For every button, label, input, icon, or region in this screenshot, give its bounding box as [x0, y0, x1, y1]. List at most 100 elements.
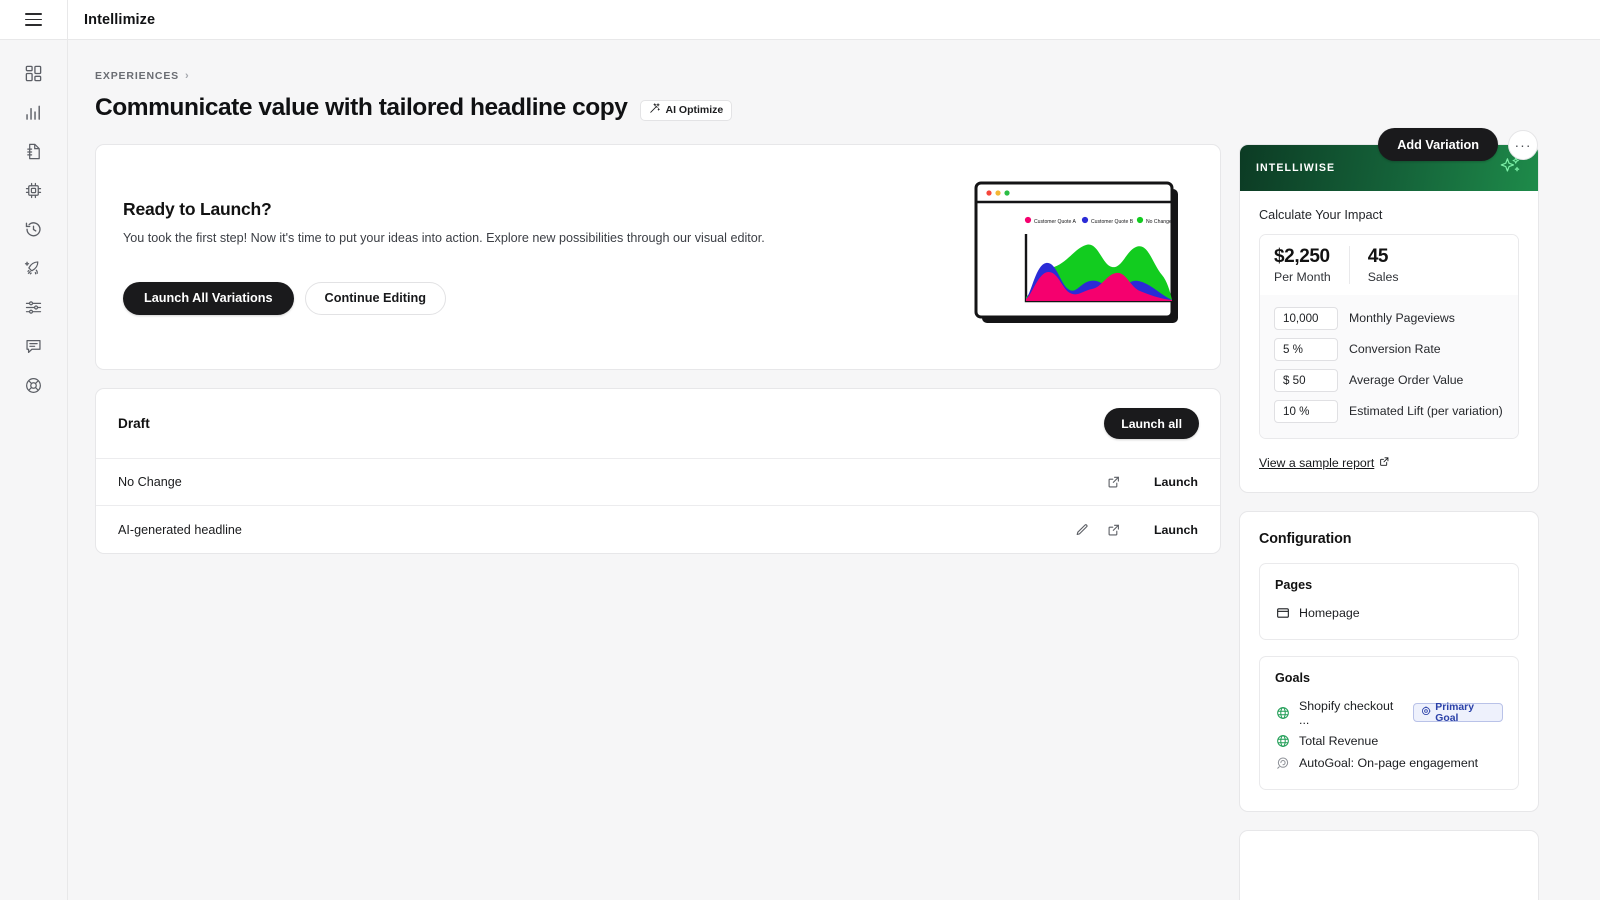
ai-optimize-badge[interactable]: AI Optimize	[640, 99, 733, 121]
launch-card-description: You took the first step! Now it's time t…	[123, 231, 765, 246]
external-link-icon[interactable]	[1106, 474, 1123, 491]
impact-metrics: $2,250 Per Month 45 Sales	[1260, 235, 1518, 295]
view-sample-report-link[interactable]: View a sample report	[1259, 456, 1390, 470]
draft-header: Draft Launch all	[96, 389, 1220, 459]
metric-value: $2,250	[1274, 246, 1330, 267]
target-icon	[1421, 706, 1432, 719]
window-icon	[1275, 606, 1290, 621]
sidebar-item-experiences[interactable]	[14, 257, 54, 279]
configuration-title: Configuration	[1259, 531, 1352, 547]
sidebar-item-dashboard[interactable]	[14, 62, 54, 84]
globe-icon	[1275, 734, 1290, 749]
row-actions: Launch	[1074, 521, 1198, 538]
chip-icon	[24, 181, 43, 200]
metric-value: 45	[1367, 246, 1389, 267]
document-icon	[24, 142, 43, 161]
table-row[interactable]: AI-generated headline Launch	[96, 506, 1220, 553]
content-grid: Ready to Launch? You took the first step…	[68, 122, 1600, 900]
launch-link[interactable]: Launch	[1154, 475, 1198, 489]
breadcrumb: EXPERIENCES ›	[95, 70, 1600, 82]
launch-all-button[interactable]: Launch all	[1104, 408, 1199, 439]
input-row-aov: Average Order Value	[1274, 365, 1504, 396]
configuration-card: Configuration Pages Homepage Goals Shopi…	[1239, 511, 1539, 812]
next-panel-stub	[1239, 830, 1539, 900]
launch-link[interactable]: Launch	[1154, 523, 1198, 537]
external-link-icon[interactable]	[1106, 521, 1123, 538]
header-actions: Add Variation ···	[1378, 128, 1538, 161]
impact-inputs: Monthly Pageviews Conversion Rate Averag…	[1260, 295, 1518, 438]
ready-to-launch-card: Ready to Launch? You took the first step…	[95, 144, 1221, 370]
row-actions: Launch	[1106, 474, 1198, 491]
input-row-conversion-rate: Conversion Rate	[1274, 334, 1504, 365]
sidebar-item-support[interactable]	[14, 374, 54, 396]
draft-section-label: Draft	[118, 416, 150, 431]
sidebar-item-analytics[interactable]	[14, 101, 54, 123]
list-item[interactable]: AutoGoal: On-page engagement	[1275, 752, 1503, 774]
page-label: Homepage	[1299, 606, 1360, 620]
metric-per-month: $2,250 Per Month	[1274, 246, 1349, 284]
goals-title: Goals	[1275, 671, 1310, 685]
list-item[interactable]: Homepage	[1275, 602, 1503, 624]
svg-text:Customer Quote A: Customer Quote A	[1034, 219, 1077, 225]
sidebar-item-messages[interactable]	[14, 335, 54, 357]
continue-editing-button[interactable]: Continue Editing	[304, 281, 447, 315]
list-item[interactable]: Total Revenue	[1275, 730, 1503, 752]
launch-card-text: Ready to Launch? You took the first step…	[123, 199, 765, 315]
external-link-icon	[1379, 456, 1390, 470]
left-column: Ready to Launch? You took the first step…	[95, 144, 1221, 554]
input-label: Average Order Value	[1349, 372, 1464, 387]
sliders-icon	[24, 298, 43, 317]
brand-title: Intellimize	[84, 11, 156, 28]
area-chart-illustration: Customer Quote A Customer Quote B No Cha…	[974, 179, 1190, 335]
sidebar-item-settings[interactable]	[14, 296, 54, 318]
top-bar: Intellimize	[0, 0, 1600, 40]
goal-label: Total Revenue	[1299, 734, 1379, 748]
status-badge[interactable]: Primary Goal	[1413, 701, 1503, 724]
monthly-pageviews-input[interactable]	[1274, 307, 1338, 330]
page-title: Communicate value with tailored headline…	[95, 94, 628, 121]
rocket-sparkle-icon	[24, 259, 43, 278]
input-row-estimated-lift: Estimated Lift (per variation)	[1274, 396, 1504, 427]
bar-chart-icon	[24, 103, 43, 122]
sidebar-item-pages[interactable]	[14, 140, 54, 162]
estimated-lift-input[interactable]	[1274, 400, 1338, 423]
dashboard-grid-icon	[24, 64, 43, 83]
breadcrumb-item-experiences[interactable]: EXPERIENCES	[95, 70, 179, 82]
sidebar-item-history[interactable]	[14, 218, 54, 240]
input-label: Conversion Rate	[1349, 341, 1441, 356]
chevron-right-icon: ›	[185, 69, 190, 82]
input-row-pageviews: Monthly Pageviews	[1274, 303, 1504, 334]
variation-name: AI-generated headline	[118, 522, 242, 537]
autogoal-icon	[1275, 756, 1290, 771]
lifebuoy-icon	[24, 376, 43, 395]
more-horizontal-icon: ···	[1514, 136, 1532, 153]
table-row[interactable]: No Change Launch	[96, 459, 1220, 506]
pencil-icon[interactable]	[1074, 521, 1091, 538]
add-variation-button[interactable]: Add Variation	[1378, 128, 1498, 161]
pages-title: Pages	[1275, 578, 1313, 592]
goal-label: AutoGoal: On-page engagement	[1299, 756, 1479, 770]
draft-card: Draft Launch all No Change Launch AI-gen…	[95, 388, 1221, 554]
input-label: Estimated Lift (per variation)	[1349, 403, 1503, 418]
primary-goal-label: Primary Goal	[1435, 701, 1474, 724]
menu-toggle-button[interactable]	[0, 0, 68, 40]
metric-sales: 45 Sales	[1348, 246, 1399, 284]
intelliwise-title: INTELLIWISE	[1256, 162, 1336, 174]
magic-wand-icon	[649, 102, 661, 117]
sidebar-nav	[0, 40, 68, 900]
conversion-rate-input[interactable]	[1274, 338, 1338, 361]
intelliwise-body: Calculate Your Impact $2,250 Per Month 4…	[1240, 191, 1538, 492]
globe-icon	[1275, 705, 1290, 720]
ai-optimize-label: AI Optimize	[665, 104, 724, 116]
metric-unit: Sales	[1367, 270, 1399, 284]
goal-label: Shopify checkout ...	[1299, 698, 1394, 727]
variation-name: No Change	[118, 475, 182, 489]
average-order-value-input[interactable]	[1274, 369, 1338, 392]
message-icon	[24, 337, 43, 356]
hamburger-icon	[25, 13, 42, 26]
sidebar-item-models[interactable]	[14, 179, 54, 201]
launch-all-variations-button[interactable]: Launch All Variations	[123, 281, 294, 315]
list-item[interactable]: Shopify checkout ... Primary Goal	[1275, 695, 1503, 730]
more-options-button[interactable]: ···	[1508, 129, 1538, 160]
calculate-impact-label: Calculate Your Impact	[1259, 208, 1383, 222]
